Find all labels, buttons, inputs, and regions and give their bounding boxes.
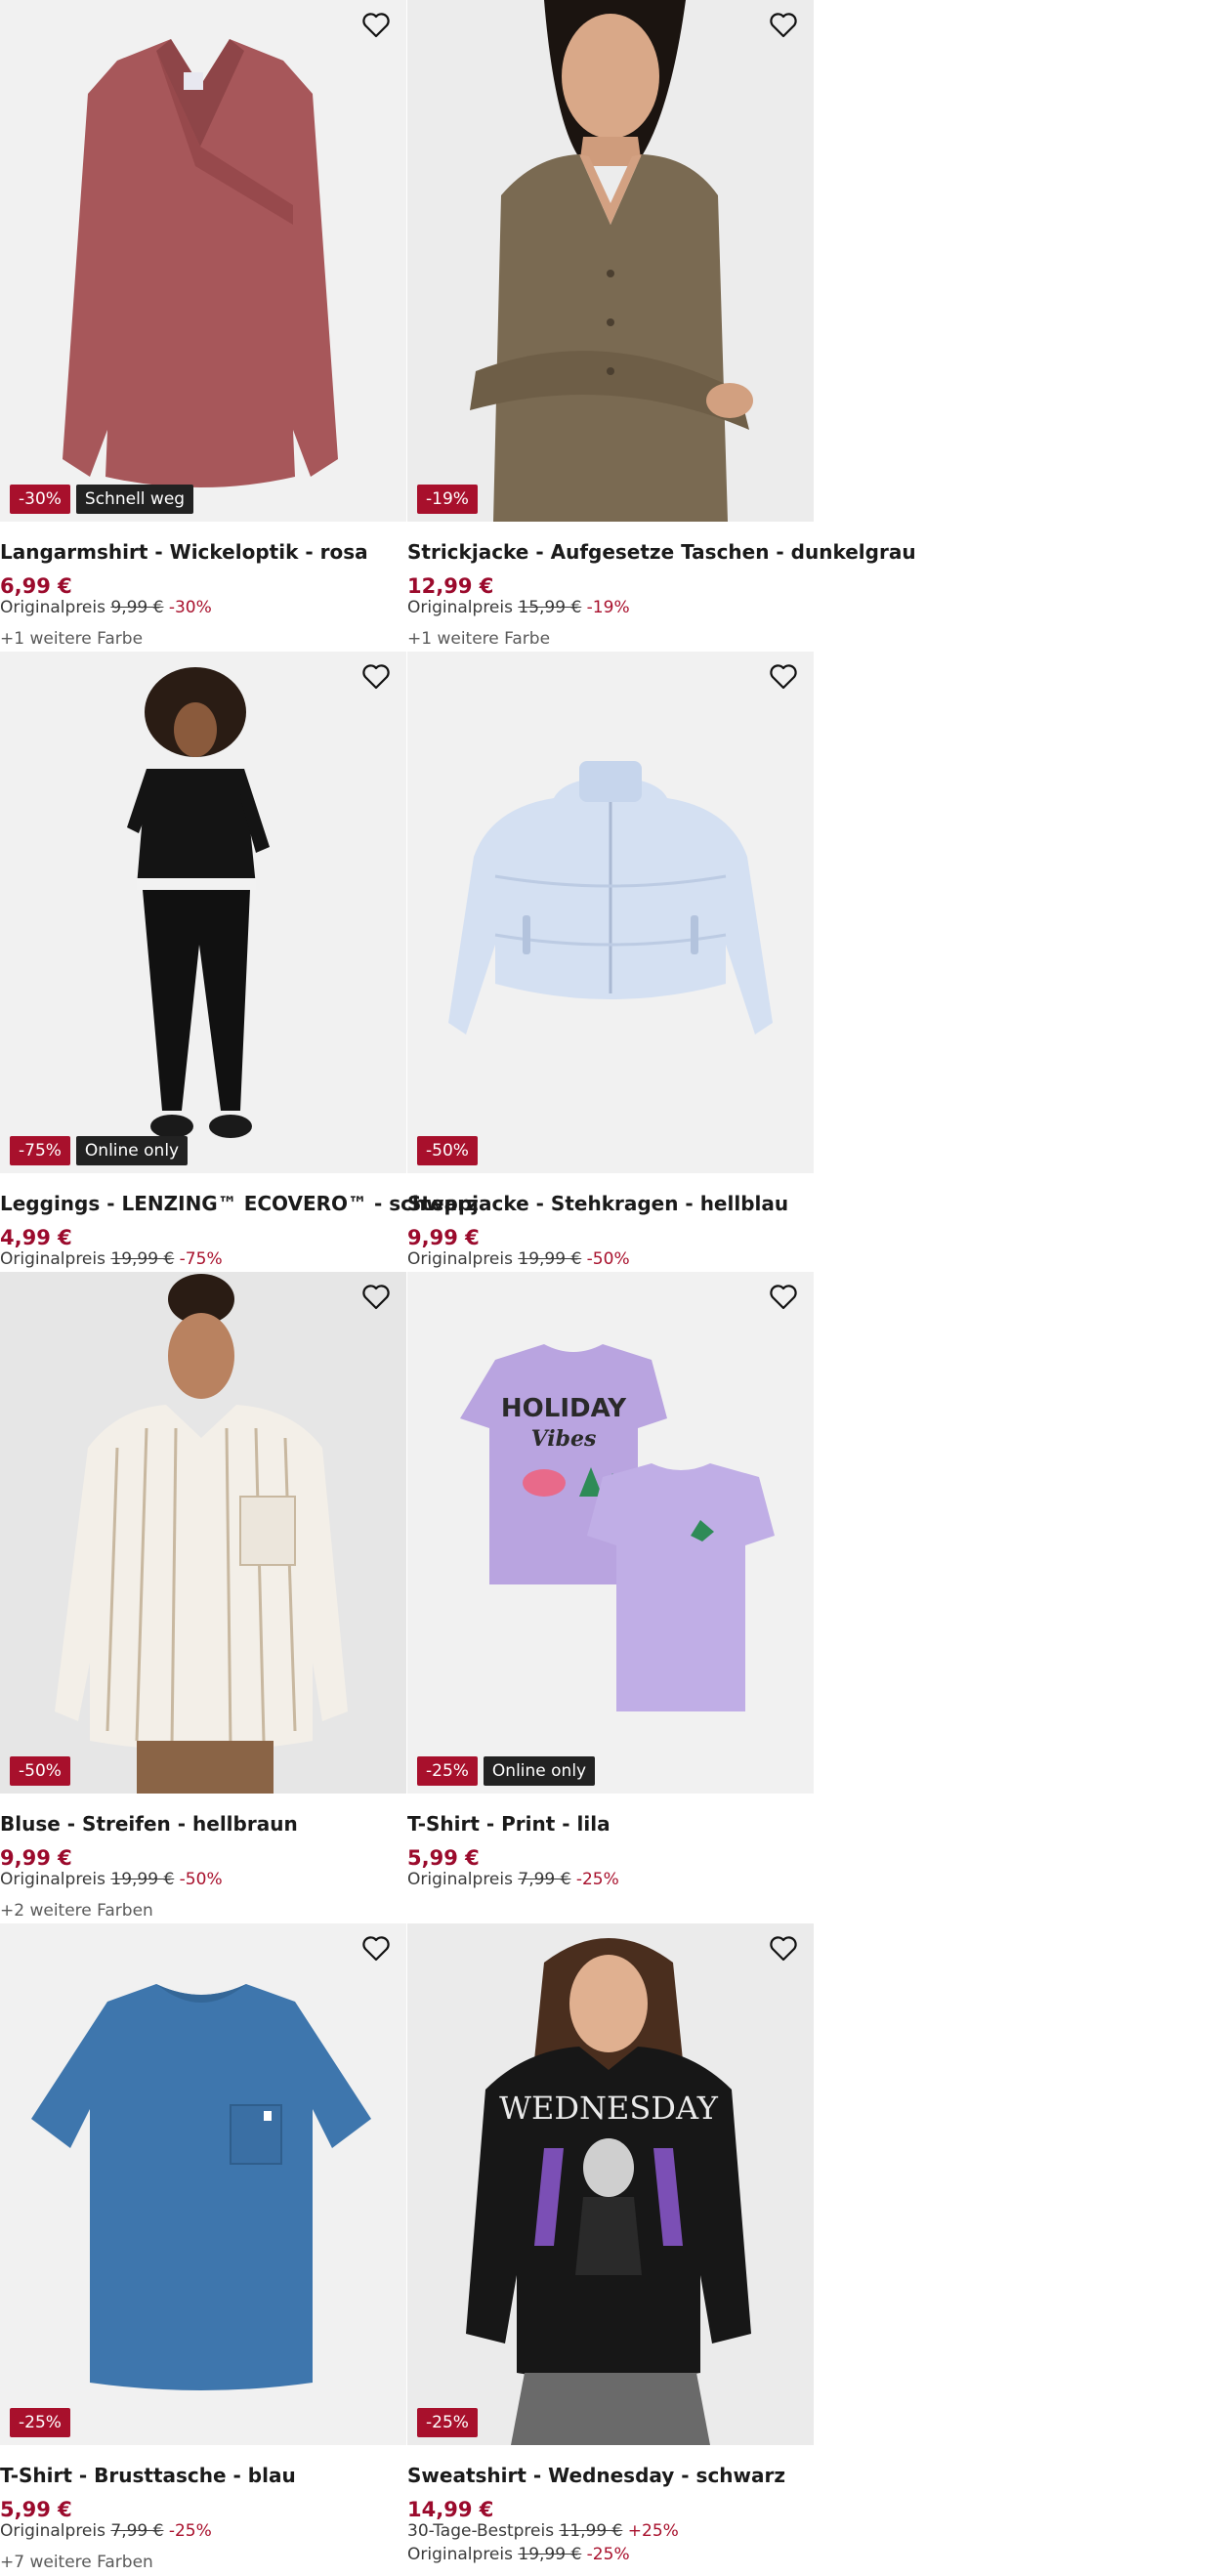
- product-title[interactable]: Steppjacke - Stehkragen - hellblau: [407, 1192, 818, 1215]
- product-image[interactable]: WEDNESDAY -25%: [407, 1923, 814, 2445]
- print-text-vibes: Vibes: [531, 1426, 597, 1452]
- more-colors-link[interactable]: +1 weitere Farbe: [0, 629, 143, 649]
- product-image[interactable]: -50%: [407, 652, 814, 1173]
- original-price-label: Originalpreis: [0, 1249, 105, 1269]
- reference-price-label: 30-Tage-Bestpreis: [407, 2521, 555, 2541]
- discount-percent: -50%: [586, 1249, 630, 1269]
- original-price-label: Originalpreis: [407, 598, 513, 617]
- more-colors-link[interactable]: +1 weitere Farbe: [407, 629, 550, 649]
- wishlist-heart-icon[interactable]: [361, 1935, 397, 1966]
- product-title[interactable]: Strickjacke - Aufgesetze Taschen - dunke…: [407, 540, 916, 564]
- info-badge: Online only: [483, 1756, 596, 1786]
- product-image[interactable]: -30% Schnell weg: [0, 0, 406, 522]
- product-price: 9,99 €: [407, 1226, 480, 1249]
- product-price: 5,99 €: [407, 1846, 480, 1870]
- discount-percent: -19%: [586, 598, 630, 617]
- original-price: 19,99 €: [518, 2545, 582, 2564]
- original-price-line: Originalpreis 19,99 € -50%: [0, 1870, 223, 1889]
- original-price-line: Originalpreis 9,99 € -30%: [0, 598, 212, 617]
- original-price-label: Originalpreis: [0, 1870, 105, 1889]
- original-price: 7,99 €: [518, 1870, 571, 1889]
- info-badge: Online only: [75, 1136, 189, 1165]
- original-price-label: Originalpreis: [0, 598, 105, 617]
- discount-badge: -25%: [417, 2408, 478, 2437]
- reference-price: 11,99 €: [559, 2521, 623, 2541]
- discount-badge: -50%: [417, 1136, 478, 1165]
- print-text-holiday: HOLIDAY: [501, 1394, 627, 1423]
- product-title[interactable]: Bluse - Streifen - hellbraun: [0, 1812, 410, 1836]
- original-price: 9,99 €: [110, 598, 164, 617]
- product-title[interactable]: Leggings - LENZING™ ECOVERO™ - schwarz: [0, 1192, 479, 1215]
- product-image[interactable]: -19%: [407, 0, 814, 522]
- reference-price-line: 30-Tage-Bestpreis 11,99 € +25%: [407, 2521, 679, 2541]
- discount-badge: -25%: [417, 1756, 478, 1786]
- product-price: 9,99 €: [0, 1846, 72, 1870]
- original-price: 15,99 €: [518, 598, 582, 617]
- original-price-line: Originalpreis 19,99 € -50%: [407, 1249, 630, 1269]
- product-title[interactable]: T-Shirt - Print - lila: [407, 1812, 818, 1836]
- print-text-wednesday: WEDNESDAY: [499, 2090, 719, 2127]
- discount-badge: -19%: [417, 485, 478, 514]
- product-title[interactable]: T-Shirt - Brusttasche - blau: [0, 2464, 410, 2487]
- product-image[interactable]: -50%: [0, 1272, 406, 1794]
- product-price: 4,99 €: [0, 1226, 72, 1249]
- original-price: 19,99 €: [518, 1249, 582, 1269]
- original-price-line: Originalpreis 19,99 € -75%: [0, 1249, 223, 1269]
- discount-badge: -50%: [10, 1756, 70, 1786]
- more-colors-link[interactable]: +7 weitere Farben: [0, 2553, 153, 2572]
- more-colors-link[interactable]: +2 weitere Farben: [0, 1901, 153, 1921]
- product-title[interactable]: Langarmshirt - Wickeloptik - rosa: [0, 540, 410, 564]
- original-price-line: Originalpreis 15,99 € -19%: [407, 598, 630, 617]
- wishlist-heart-icon[interactable]: [361, 663, 397, 695]
- discount-percent: -50%: [179, 1870, 223, 1889]
- original-price-line: Originalpreis 19,99 € -25%: [407, 2545, 630, 2564]
- original-price: 19,99 €: [110, 1249, 175, 1269]
- wishlist-heart-icon[interactable]: [361, 12, 397, 43]
- discount-percent: -25%: [168, 2521, 212, 2541]
- original-price-label: Originalpreis: [407, 1870, 513, 1889]
- discount-badge: -30%: [10, 485, 70, 514]
- product-image[interactable]: -25%: [0, 1923, 406, 2445]
- discount-badge: -75%: [10, 1136, 70, 1165]
- discount-percent: -25%: [575, 1870, 619, 1889]
- product-title[interactable]: Sweatshirt - Wednesday - schwarz: [407, 2464, 818, 2487]
- original-price-label: Originalpreis: [407, 1249, 513, 1269]
- original-price-label: Originalpreis: [0, 2521, 105, 2541]
- original-price-label: Originalpreis: [407, 2545, 513, 2564]
- wishlist-heart-icon[interactable]: [769, 663, 804, 695]
- product-price: 14,99 €: [407, 2498, 494, 2521]
- product-price: 12,99 €: [407, 574, 494, 598]
- product-price: 5,99 €: [0, 2498, 72, 2521]
- original-price: 7,99 €: [110, 2521, 164, 2541]
- reference-percent: +25%: [627, 2521, 679, 2541]
- wishlist-heart-icon[interactable]: [361, 1284, 397, 1315]
- discount-percent: -75%: [179, 1249, 223, 1269]
- original-price-line: Originalpreis 7,99 € -25%: [407, 1870, 619, 1889]
- discount-badge: -25%: [10, 2408, 70, 2437]
- wishlist-heart-icon[interactable]: [769, 12, 804, 43]
- wishlist-heart-icon[interactable]: [769, 1935, 804, 1966]
- product-image[interactable]: HOLIDAY Vibes -25% Online only: [407, 1272, 814, 1794]
- info-badge: Schnell weg: [75, 485, 194, 514]
- product-image[interactable]: -75% Online only: [0, 652, 406, 1173]
- product-price: 6,99 €: [0, 574, 72, 598]
- original-price: 19,99 €: [110, 1870, 175, 1889]
- original-price-line: Originalpreis 7,99 € -25%: [0, 2521, 212, 2541]
- discount-percent: -30%: [168, 598, 212, 617]
- discount-percent: -25%: [586, 2545, 630, 2564]
- wishlist-heart-icon[interactable]: [769, 1284, 804, 1315]
